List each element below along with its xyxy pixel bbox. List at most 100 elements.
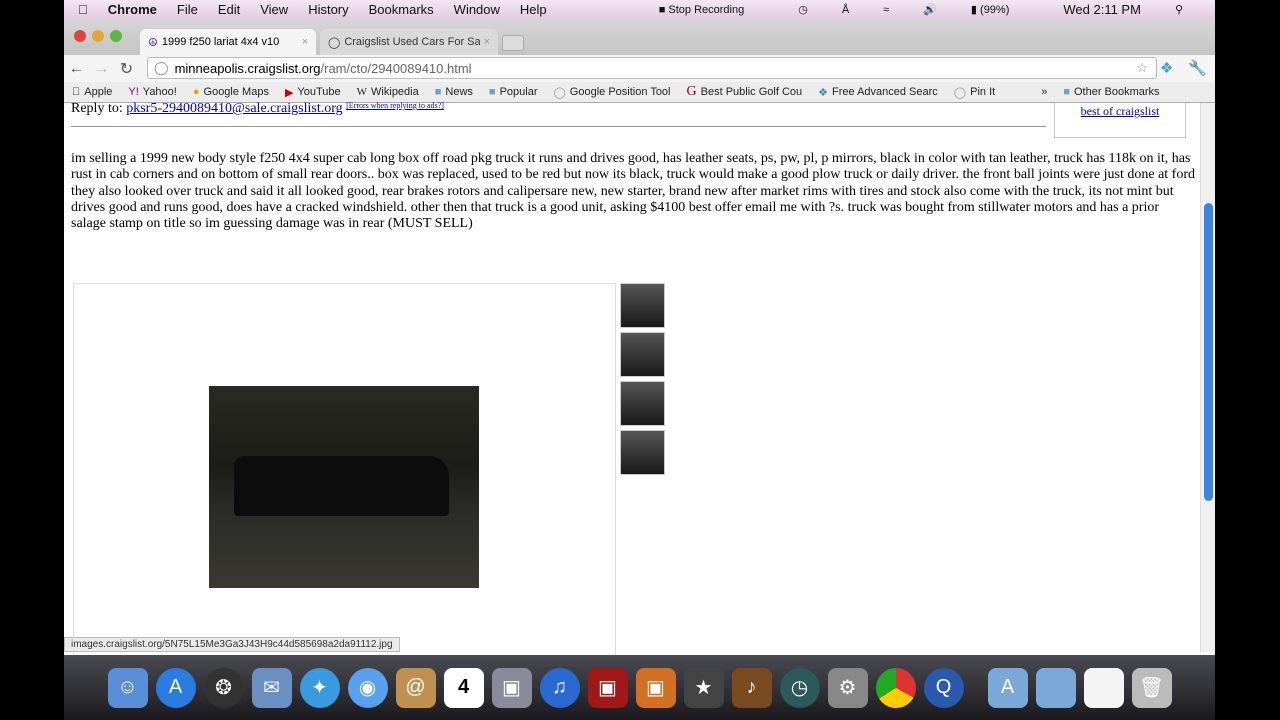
bluetooth-icon[interactable]: Å [842,4,849,16]
screen:  Chrome File Edit View History Bookmark… [64,0,1215,720]
photo-booth-icon[interactable]: ▣ [587,667,628,708]
back-button[interactable]: ← [64,60,89,78]
close-tab-icon[interactable]: × [484,36,490,48]
bookmark-label: Wikipedia [362,86,419,98]
reload-button[interactable]: ↻ [114,59,139,79]
image-capture-icon[interactable]: ▣ [635,667,676,708]
itunes-icon[interactable]: ♫ [539,667,580,708]
folder-icon: ■ [1063,86,1070,98]
yahoo-icon: Y! [120,86,138,98]
bookmark-label: YouTube [289,86,340,98]
scrollbar-thumb[interactable] [1204,203,1213,501]
reply-label: Reply to: [71,101,123,116]
g-icon: G [678,84,697,99]
finder-icon[interactable]: ☺ [107,667,148,708]
launchpad-icon[interactable]: ❂ [203,667,244,708]
imovie-icon[interactable]: ★ [683,667,724,708]
bookmark-wikipedia[interactable]: W Wikipedia [357,86,419,98]
forward-button[interactable]: → [89,60,114,78]
garageband-icon[interactable]: ♪ [731,667,772,708]
bookmark-free-search[interactable]: ❖ Free Advanced Searc [818,86,938,99]
posting-body: im selling a 1999 new body style f250 4x… [71,151,1195,232]
bookmark-news[interactable]: ■ News [435,86,473,98]
time-machine-dock-icon[interactable]: ◷ [779,667,820,708]
documents-folder-icon[interactable] [1035,667,1076,708]
menu-bookmarks[interactable]: Bookmarks [369,2,434,17]
bookmark-google-position[interactable]: ◯ Google Position Tool [553,86,670,99]
tab-title: 1999 f250 lariat 4x4 v10 [161,36,280,48]
folder-icon: ■ [435,86,442,98]
wikipedia-icon: W [348,86,367,98]
close-tab-icon[interactable]: × [302,36,308,48]
tab-active[interactable]: ☮ 1999 f250 lariat 4x4 v10 × [140,29,316,55]
wrench-menu-icon[interactable]: 🔧 [1188,59,1207,77]
clock[interactable]: Wed 2:11 PM [1063,2,1141,17]
page-content: Reply to: pksr5-2940089410@sale.craigsli… [64,101,1200,663]
thumbnail[interactable] [620,332,665,377]
spotlight-icon[interactable]: ⚲ [1175,3,1183,16]
thumbnail[interactable] [620,430,665,475]
stop-recording-label: Stop Recording [668,3,745,16]
bookmark-apple[interactable]: Apple [72,86,112,98]
url-host: minneapolis.craigslist.org [174,60,321,76]
zoom-window-button[interactable] [110,30,122,42]
address-book-icon[interactable]: @ [395,667,436,708]
battery-status[interactable]: ▮ (99%) [971,3,1029,16]
stop-recording[interactable]: ■ Stop Recording [659,4,765,16]
ical-icon[interactable]: 4 [443,667,484,708]
globe-icon: ◯ [545,86,565,99]
menu-edit[interactable]: Edit [218,2,240,17]
menu-help[interactable]: Help [520,2,547,17]
close-window-button[interactable] [74,30,86,42]
bookmark-yahoo[interactable]: Y! Yahoo! [128,86,176,98]
menu-window[interactable]: Window [454,2,500,17]
bookmark-other[interactable]: ■ Other Bookmarks [1063,86,1159,98]
bookmark-label: Popular [491,86,538,98]
quicktime-icon[interactable]: Q [923,667,964,708]
system-preferences-icon[interactable]: ⚙ [827,667,868,708]
address-bar[interactable]: ◯ minneapolis.craigslist.org/ram/cto/294… [147,57,1157,79]
bookmark-golf[interactable]: G Best Public Golf Cou [687,84,803,100]
extension-icon[interactable]: ❖ [1160,59,1173,77]
wifi-icon[interactable]: ≈ [883,4,889,16]
bookmark-label: Free Advanced Searc [823,86,938,98]
thumbnail[interactable] [620,381,665,426]
bookmark-google-maps[interactable]: ● Google Maps [193,86,269,98]
more-bookmarks-chevron-icon[interactable]: » [1041,86,1047,98]
bookmark-youtube[interactable]: ▶ YouTube [285,86,341,99]
facetime-icon[interactable]: ◉ [347,667,388,708]
apple-menu-icon[interactable]:  [78,2,88,17]
document-icon[interactable] [1083,667,1124,708]
app-store-icon[interactable]: A [155,667,196,708]
new-tab-button[interactable] [502,35,524,51]
volume-icon[interactable]: 🔊 [923,3,937,16]
minimize-window-button[interactable] [92,30,104,42]
thumbnail[interactable] [620,283,665,328]
time-machine-icon[interactable]: ◷ [798,3,808,16]
tab-craigslist[interactable]: ◯ Craigslist Used Cars For Sale × [320,29,498,55]
menu-history[interactable]: History [308,2,348,17]
safari-icon[interactable]: ✦ [299,667,340,708]
iphoto-icon[interactable]: ▣ [491,667,532,708]
bookmark-popular[interactable]: ■ Popular [489,86,538,98]
errors-link[interactable]: [Errors when replying to ads?] [346,101,444,110]
menu-view[interactable]: View [260,2,288,17]
bookmark-star-icon[interactable]: ☆ [1136,60,1148,76]
trash-icon[interactable]: 🗑 [1131,667,1172,708]
bookmark-label: Other Bookmarks [1065,86,1160,98]
best-of-link[interactable]: best of craigslist [1081,104,1160,118]
best-of-box: best of craigslist [1054,103,1186,138]
reply-email-link[interactable]: pksr5-2940089410@sale.craigslist.org [126,101,342,116]
window-controls [74,30,122,42]
bookmark-pin-it[interactable]: ◯ Pin It [954,86,995,99]
applications-folder-icon[interactable]: A [987,667,1028,708]
divider [71,126,1046,127]
reply-line: Reply to: pksr5-2940089410@sale.craigsli… [71,101,444,117]
chrome-icon[interactable] [875,667,916,708]
mail-stamp-icon[interactable]: ✉ [251,667,292,708]
apple-icon:  [72,86,80,98]
menu-file[interactable]: File [177,2,198,17]
app-menu[interactable]: Chrome [108,2,157,17]
main-truck-image [209,386,479,588]
vertical-scrollbar[interactable] [1200,103,1215,652]
